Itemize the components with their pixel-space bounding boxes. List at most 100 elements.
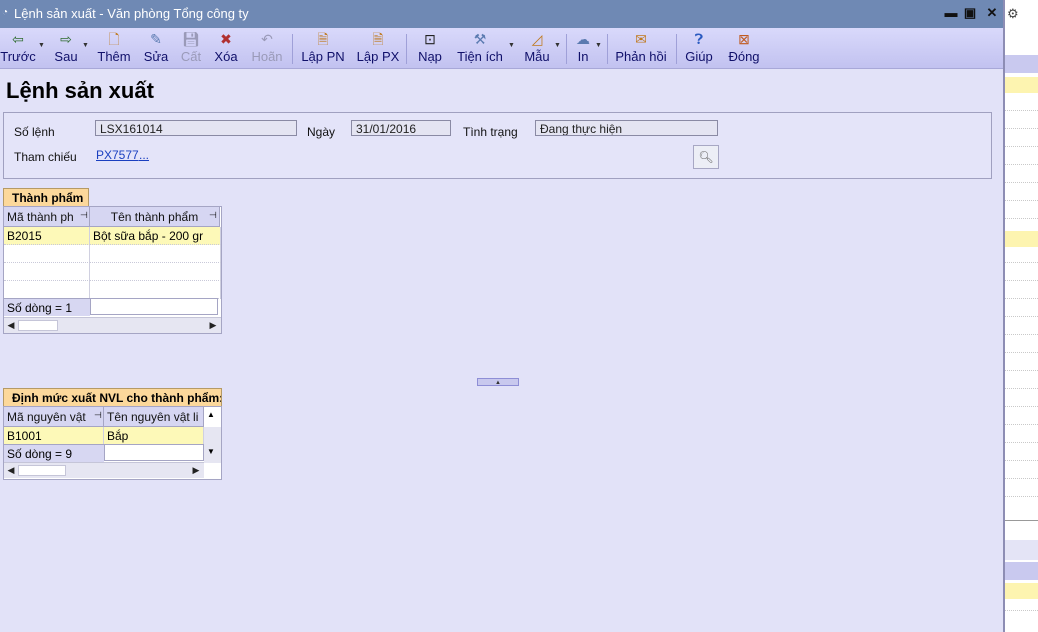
materials-hscrollbar[interactable]: ◀ ▶ bbox=[4, 462, 204, 478]
delete-button[interactable]: ✖ Xóa bbox=[211, 28, 241, 68]
new-document-icon: 🗋 bbox=[108, 31, 120, 47]
toolbar-separator bbox=[292, 34, 293, 64]
template-dropdown-icon[interactable]: ▼ bbox=[554, 42, 561, 49]
date-field[interactable]: 31/01/2016 bbox=[351, 120, 451, 136]
pin-icon[interactable]: ⊣ bbox=[80, 210, 88, 221]
edit-document-icon: ✎ bbox=[150, 31, 162, 47]
table-row-name[interactable]: Bột sữa bắp - 200 gr bbox=[90, 227, 221, 245]
scroll-left-icon[interactable]: ◀ bbox=[4, 463, 18, 478]
strip-selected-row bbox=[1005, 77, 1038, 93]
pin-icon[interactable]: ⊣ bbox=[94, 410, 102, 421]
table-row-empty[interactable] bbox=[90, 281, 221, 299]
background-window-strip: ⚙ bbox=[1003, 0, 1038, 632]
arrow-right-icon: ⇨ bbox=[60, 31, 72, 47]
table-row-empty[interactable] bbox=[90, 245, 221, 263]
strip-header bbox=[1005, 55, 1038, 73]
materials-footer-cell bbox=[104, 444, 204, 461]
status-label: Tình trạng bbox=[463, 125, 518, 139]
scroll-down-icon[interactable]: ▼ bbox=[207, 447, 215, 456]
undo-button[interactable]: ↶ Hoãn bbox=[248, 28, 286, 68]
save-icon: 💾︎ bbox=[182, 31, 200, 47]
status-field[interactable]: Đang thực hiện bbox=[535, 120, 718, 136]
feedback-button[interactable]: ✉ Phản hồi bbox=[612, 28, 670, 68]
materials-vscrollbar[interactable] bbox=[204, 427, 221, 463]
receipt-icon: 🗎 bbox=[317, 31, 329, 47]
utilities-dropdown-icon[interactable]: ▼ bbox=[508, 42, 515, 49]
scroll-thumb[interactable] bbox=[18, 465, 66, 476]
next-dropdown-icon[interactable]: ▼ bbox=[82, 42, 89, 49]
print-dropdown-icon[interactable]: ▼ bbox=[595, 42, 602, 49]
table-row-empty[interactable] bbox=[4, 263, 90, 281]
gear-icon[interactable]: ⚙ bbox=[1007, 6, 1019, 22]
date-label: Ngày bbox=[307, 125, 336, 139]
scroll-left-icon[interactable]: ◀ bbox=[4, 318, 18, 333]
materials-tab[interactable]: Định mức xuất NVL cho thành phẩm: B bbox=[3, 388, 222, 406]
products-col-code-header[interactable]: Mã thành ph bbox=[4, 207, 90, 227]
splitter-handle[interactable]: ▲ bbox=[477, 378, 519, 386]
pin-icon[interactable]: ⊣ bbox=[209, 210, 217, 221]
template-button[interactable]: ◿ Mẫu bbox=[520, 28, 554, 68]
delete-icon: ✖ bbox=[220, 31, 232, 47]
window-titlebar: ◔ Lệnh sản xuất - Văn phòng Tổng công ty… bbox=[0, 0, 1003, 28]
scroll-right-icon[interactable]: ▶ bbox=[189, 463, 203, 478]
reference-more-link[interactable]: ... bbox=[139, 148, 149, 162]
products-col-name-header[interactable]: Tên thành phẩm bbox=[90, 207, 220, 227]
strip-row bbox=[1005, 520, 1038, 537]
order-no-field[interactable]: LSX161014 bbox=[95, 120, 297, 136]
utilities-button[interactable]: ⚒ Tiện ích bbox=[454, 28, 506, 68]
mail-icon: ✉ bbox=[635, 31, 647, 47]
print-button[interactable]: ☁ In bbox=[571, 28, 595, 68]
table-row-empty[interactable] bbox=[4, 245, 90, 263]
add-button[interactable]: 🗋 Thêm bbox=[95, 28, 133, 68]
collapse-up-icon: ▲ bbox=[495, 380, 501, 386]
table-row-empty[interactable] bbox=[4, 281, 90, 299]
edit-button[interactable]: ✎ Sửa bbox=[140, 28, 172, 68]
table-row-empty[interactable] bbox=[90, 263, 221, 281]
toolbar-separator bbox=[607, 34, 608, 64]
prev-dropdown-icon[interactable]: ▼ bbox=[38, 42, 45, 49]
search-button[interactable]: 🔍︎ bbox=[693, 145, 719, 169]
scroll-thumb[interactable] bbox=[18, 320, 58, 331]
minimize-icon[interactable]: ▬ bbox=[942, 4, 960, 22]
create-receipt-button[interactable]: 🗎 Lập PN bbox=[300, 28, 346, 68]
table-row-code[interactable]: B1001 bbox=[4, 427, 104, 445]
load-button[interactable]: ⊡ Nạp bbox=[414, 28, 446, 68]
products-hscrollbar[interactable]: ◀ ▶ bbox=[4, 317, 221, 333]
close-button[interactable]: ⊠ Đóng bbox=[724, 28, 764, 68]
scroll-up-icon[interactable]: ▲ bbox=[207, 410, 215, 419]
table-row-code[interactable]: B2015 bbox=[4, 227, 90, 245]
help-icon: ❓︎ bbox=[694, 31, 704, 47]
load-icon: ⊡ bbox=[424, 31, 436, 47]
next-button[interactable]: ⇨ Sau bbox=[50, 28, 82, 68]
order-no-label: Số lệnh bbox=[14, 125, 55, 139]
page-title: Lệnh sản xuất bbox=[6, 78, 154, 103]
issue-icon: 🗎 bbox=[372, 31, 384, 47]
undo-icon: ↶ bbox=[261, 31, 273, 47]
maximize-icon[interactable]: ▣ bbox=[961, 4, 979, 22]
window-title: Lệnh sản xuất - Văn phòng Tổng công ty bbox=[14, 6, 249, 21]
toolbar-separator bbox=[676, 34, 677, 64]
materials-grid: Mã nguyên vật ⊣ Tên nguyên vật li ▲ B100… bbox=[3, 406, 222, 480]
close-icon[interactable]: ✕ bbox=[983, 4, 1001, 22]
materials-row-count: Số dòng = 9 bbox=[4, 444, 104, 462]
materials-col-name-header[interactable]: Tên nguyên vật li bbox=[104, 407, 204, 427]
prev-button[interactable]: ⇦ Trước bbox=[0, 28, 36, 68]
order-info-panel: Số lệnh LSX161014 Ngày 31/01/2016 Tình t… bbox=[3, 112, 992, 179]
products-row-count: Số dòng = 1 bbox=[4, 298, 90, 316]
create-issue-button[interactable]: 🗎 Lập PX bbox=[355, 28, 401, 68]
help-button[interactable]: ❓︎ Giúp bbox=[682, 28, 716, 68]
strip-selected-row bbox=[1005, 583, 1038, 599]
save-button[interactable]: 💾︎ Cất bbox=[177, 28, 205, 68]
products-tab[interactable]: Thành phẩm bbox=[3, 188, 89, 206]
strip-selected-row bbox=[1005, 231, 1038, 247]
arrow-left-icon: ⇦ bbox=[12, 31, 24, 47]
table-row-name[interactable]: Bắp bbox=[104, 427, 204, 445]
strip-row bbox=[1005, 540, 1038, 560]
toolbar-separator bbox=[566, 34, 567, 64]
magnifier-icon: 🔍︎ bbox=[698, 150, 714, 164]
products-footer-cell bbox=[90, 298, 218, 315]
scroll-right-icon[interactable]: ▶ bbox=[206, 318, 220, 333]
strip-header bbox=[1005, 562, 1038, 580]
reference-link[interactable]: PX7577 bbox=[96, 148, 139, 162]
materials-col-code-header[interactable]: Mã nguyên vật bbox=[4, 407, 104, 427]
